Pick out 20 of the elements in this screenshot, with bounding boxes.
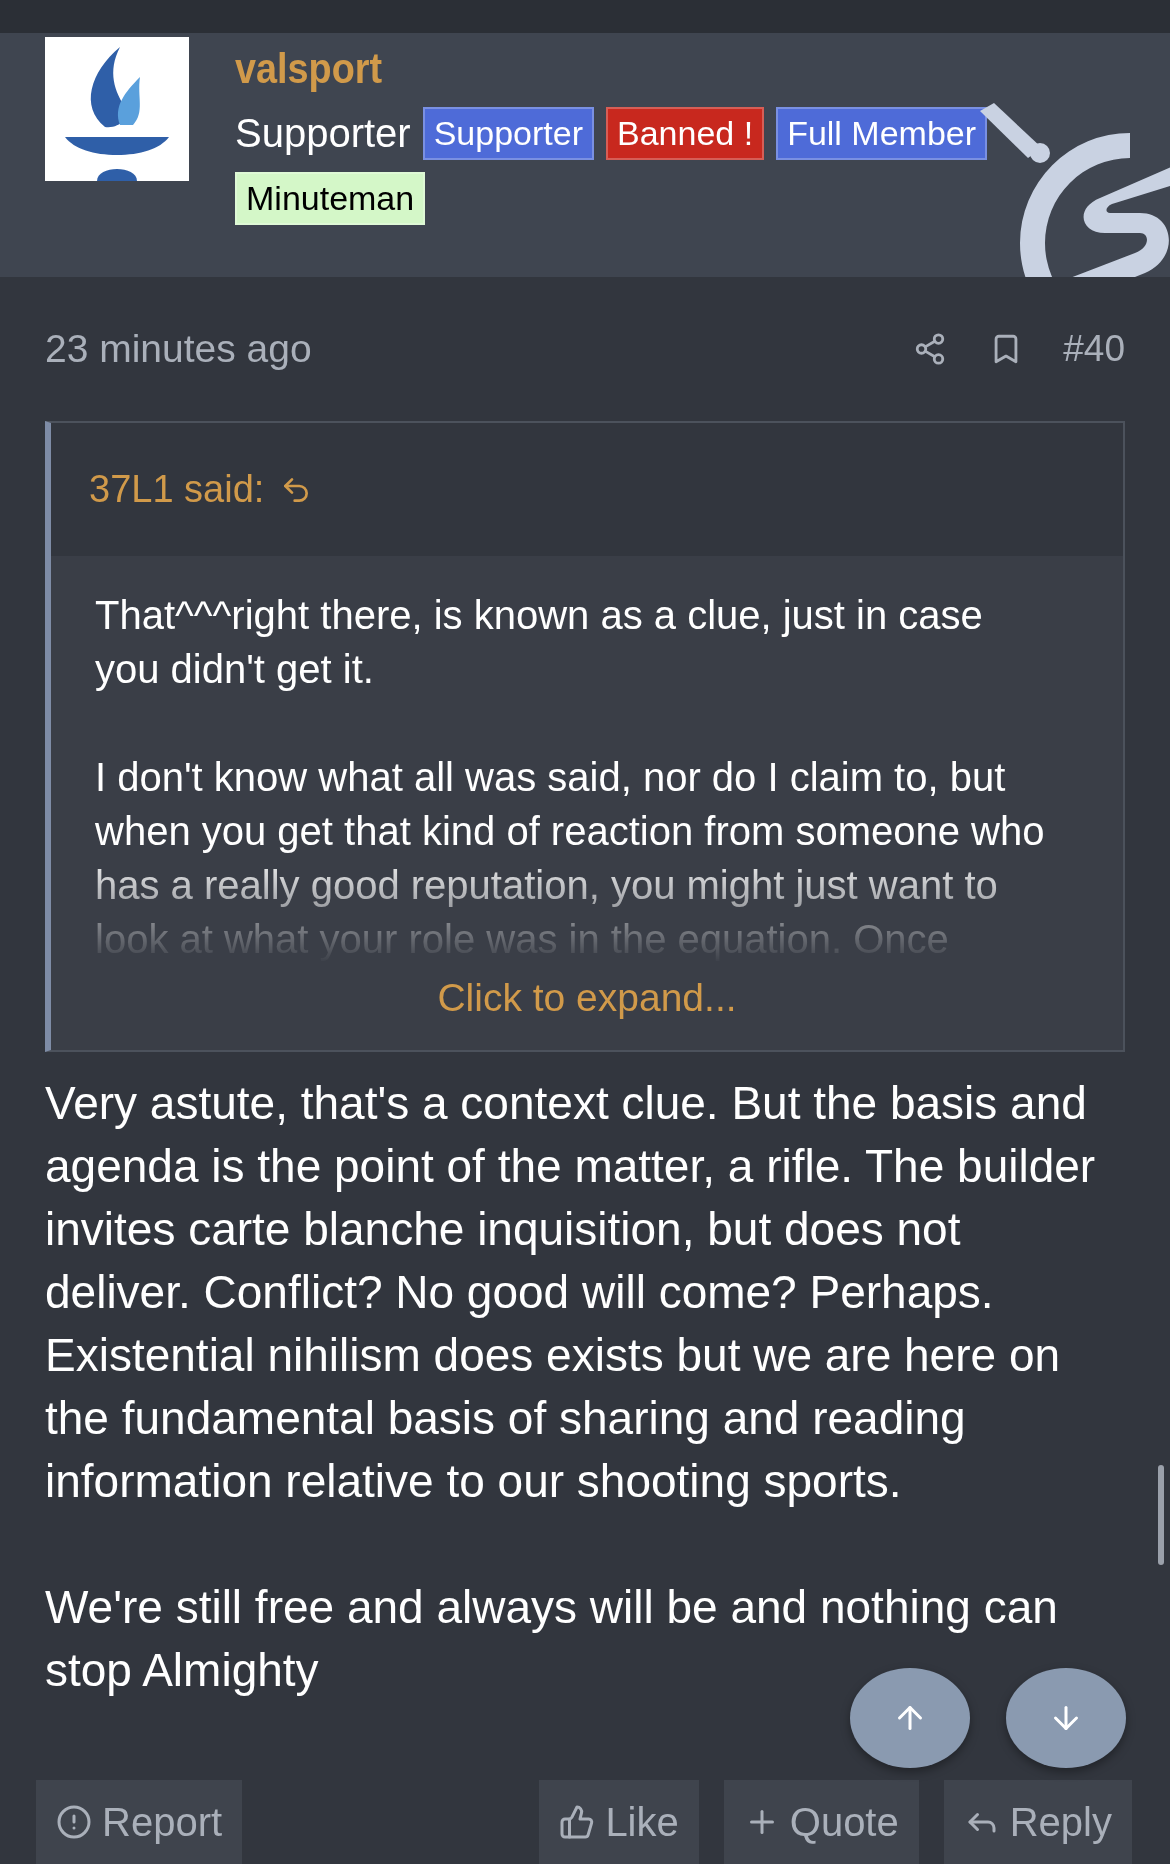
user-badge: Minuteman [235,172,426,225]
post-text: We're still free and always will be and nothing can stop Almighty [45,1580,1059,1698]
user-badge: Banned ! [606,107,765,160]
post-text: Very astute, that's a context clue. But the basis and agenda is the point of the matter, a rifle. The builder invites carte blanche inquisition, but does not deliver. Conflict? No good will come? Perhaps. Existential nihilism does exists but we are here on the fundamental basis of sharing and reading information relative to our shooting sports. [45,1076,1097,1509]
user-badge: Supporter [422,107,594,160]
report-button[interactable]: Report [36,1780,243,1864]
reply-button[interactable]: Reply [943,1780,1132,1864]
post-number[interactable]: #40 [1063,328,1125,370]
like-button[interactable]: Like [539,1780,699,1864]
alert-icon [56,1804,92,1840]
user-title: Supporter [235,111,411,156]
quote-button[interactable]: Quote [723,1780,919,1864]
quote-author-link[interactable]: 37L1 said: [89,468,265,511]
expand-link[interactable]: Click to expand... [437,976,737,1020]
user-badge: Full Member [776,107,988,160]
scrollbar[interactable] [1158,1465,1164,1565]
thumbs-up-icon [559,1804,596,1840]
quote-text: That^^^right there, is known as a clue, just in case you didn't get it. [95,592,984,693]
username[interactable]: valsport [235,45,383,93]
post-time: 23 minutes ago [45,327,313,371]
